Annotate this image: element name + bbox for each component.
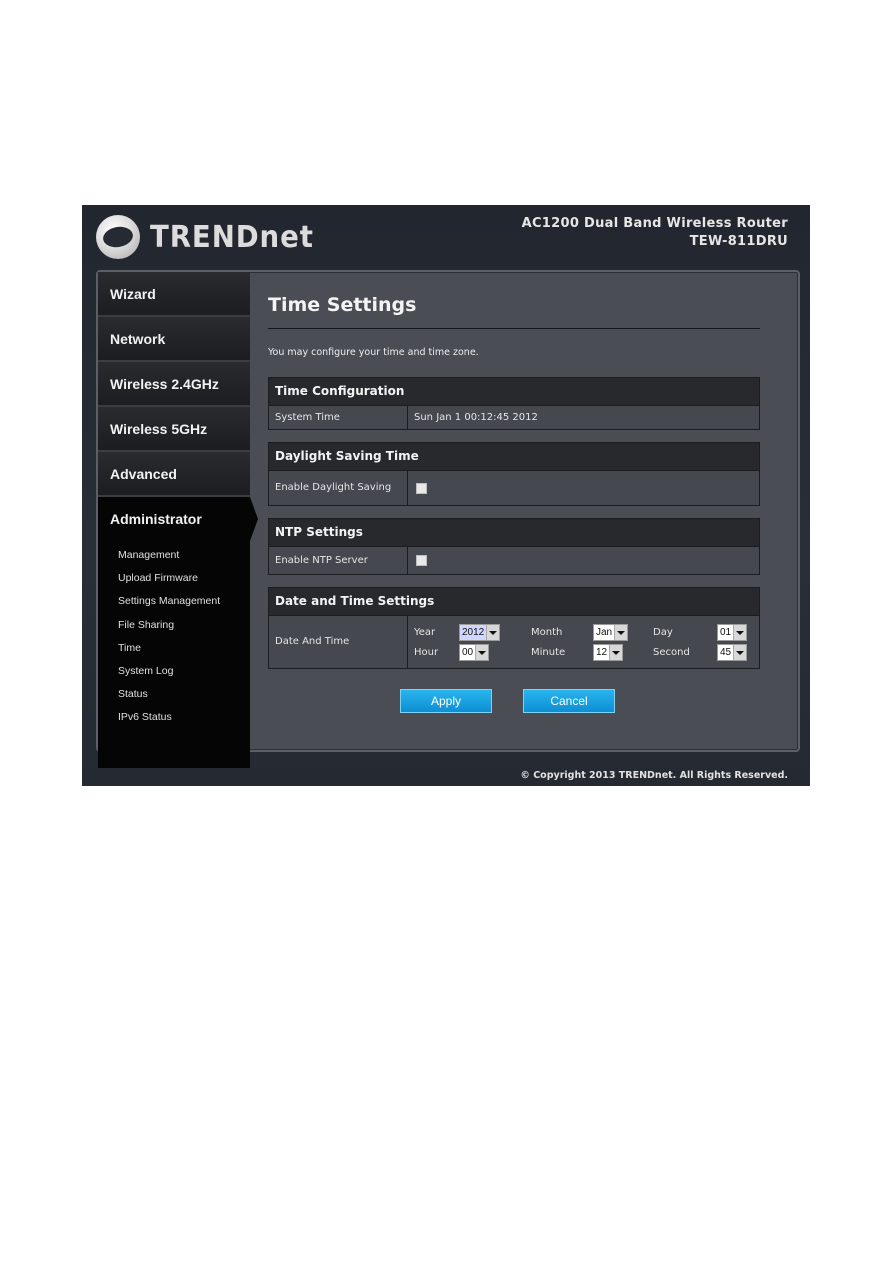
submenu-item-status[interactable]: Status [98,683,250,706]
submenu-item-management[interactable]: Management [98,544,250,567]
second-select[interactable]: 45 [717,643,748,661]
section-heading: Date and Time Settings [269,588,759,616]
section-heading: Time Configuration [269,378,759,406]
page-title: Time Settings [268,294,417,316]
minute-select[interactable]: 12 [593,643,624,661]
enable-daylight-saving-checkbox[interactable] [416,482,427,494]
day-select[interactable]: 01 [717,623,748,641]
trendnet-logo: TRENDnet [96,212,328,262]
system-time-label: System Time [269,406,408,429]
product-name: AC1200 Dual Band Wireless Router [521,216,788,231]
enable-ntp-server-checkbox[interactable] [416,555,427,566]
month-label: Month [531,626,563,638]
date-and-time-label: Date And Time [269,616,408,668]
sidebar-item-wizard[interactable]: Wizard [98,272,250,317]
sidebar-item-administrator[interactable]: Administrator [98,497,258,541]
sidebar-item-wireless-2-4ghz[interactable]: Wireless 2.4GHz [98,362,250,407]
logo-text: TRENDnet [150,219,314,255]
month-select[interactable]: Jan [593,623,629,641]
section-heading: NTP Settings [269,519,759,547]
administrator-submenu: Management Upload Firmware Settings Mana… [98,540,250,768]
content-area: Time Settings You may configure your tim… [268,272,762,713]
action-buttons: Apply Cancel [268,689,762,713]
trendnet-logo-icon [96,215,140,259]
cancel-button[interactable]: Cancel [523,689,615,713]
enable-daylight-saving-label: Enable Daylight Saving [269,471,408,505]
sidebar-item-wireless-5ghz[interactable]: Wireless 5GHz [98,407,250,452]
submenu-item-ipv6-status[interactable]: IPv6 Status [98,706,250,729]
dropdown-arrow-icon [733,644,747,660]
dropdown-arrow-icon [733,624,747,640]
section-heading: Daylight Saving Time [269,443,759,471]
sidebar-item-network[interactable]: Network [98,317,250,362]
submenu-item-time[interactable]: Time [98,637,250,660]
title-divider [268,328,760,329]
year-select[interactable]: 2012 [459,623,501,641]
dropdown-arrow-icon [609,644,623,660]
hour-select[interactable]: 00 [459,643,490,661]
system-time-value: Sun Jan 1 00:12:45 2012 [414,412,538,423]
day-label: Day [653,626,673,638]
hour-label: Hour [414,646,439,658]
product-info: AC1200 Dual Band Wireless Router TEW-811… [522,215,788,251]
submenu-item-system-log[interactable]: System Log [98,660,250,683]
router-admin-window: TRENDnet AC1200 Dual Band Wireless Route… [82,205,810,786]
sidebar-item-advanced[interactable]: Advanced [98,452,250,497]
submenu-item-file-sharing[interactable]: File Sharing [98,614,250,637]
daylight-saving-section: Daylight Saving Time Enable Daylight Sav… [268,442,760,506]
intro-text: You may configure your time and time zon… [268,347,479,358]
second-label: Second [653,646,690,658]
copyright-text: © Copyright 2013 TRENDnet. All Rights Re… [520,770,788,781]
ntp-settings-section: NTP Settings Enable NTP Server [268,518,760,575]
model-number: TEW-811DRU [689,234,788,249]
enable-ntp-server-label: Enable NTP Server [269,547,408,574]
sidebar: Wizard Network Wireless 2.4GHz Wireless … [98,272,258,768]
dropdown-arrow-icon [486,624,500,640]
main-panel: Wizard Network Wireless 2.4GHz Wireless … [96,270,800,768]
time-configuration-section: Time Configuration System Time Sun Jan 1… [268,377,760,430]
dropdown-arrow-icon [614,624,628,640]
minute-label: Minute [531,646,566,658]
date-time-settings-section: Date and Time Settings Date And Time Yea… [268,587,760,669]
submenu-item-settings-management[interactable]: Settings Management [98,590,250,613]
dropdown-arrow-icon [475,644,489,660]
submenu-item-upload-firmware[interactable]: Upload Firmware [98,567,250,590]
year-label: Year [414,626,436,638]
apply-button[interactable]: Apply [400,689,492,713]
